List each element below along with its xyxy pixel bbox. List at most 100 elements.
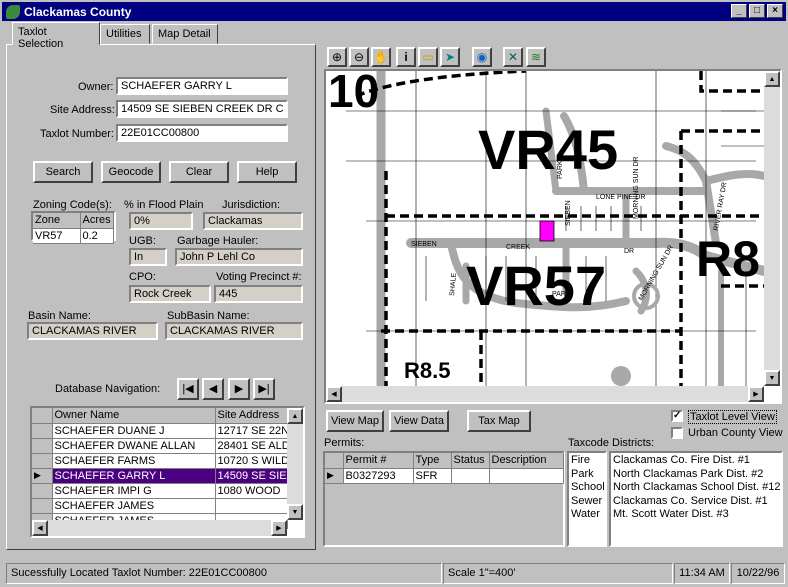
list-item: School — [571, 481, 605, 493]
garbage-hauler-field: John P Lehl Co — [175, 248, 303, 266]
next-icon: ▶ — [234, 383, 244, 395]
list-item: Mt. Scott Water Dist. #3 — [613, 508, 729, 520]
map-view[interactable]: 10 VR45 VR57 R8 R8.5 SIEBEN CREEK DR LON… — [324, 69, 782, 404]
minimize-button[interactable]: _ — [731, 4, 747, 18]
scroll-down-icon[interactable]: ▼ — [287, 504, 303, 520]
table-row[interactable]: SCHAEFER IMPI G 1080 WOOD — [32, 483, 288, 499]
zoom-out-icon[interactable]: ⊖ — [349, 47, 369, 67]
permit-desc-cell — [489, 468, 564, 484]
urban-view-checkbox[interactable] — [671, 427, 683, 439]
next-record-button[interactable]: ▶ — [228, 378, 250, 400]
jurisdiction-field: Clackamas — [203, 212, 303, 230]
subbasin-label: SubBasin Name: — [167, 310, 250, 322]
cpo-field: Rock Creek — [129, 285, 211, 303]
site-address-cell: 14509 SE SIEB — [215, 468, 288, 484]
list-item: Park — [571, 467, 594, 480]
flood-plain-label: % in Flood Plain — [124, 199, 204, 211]
map-scroll-up-icon[interactable]: ▲ — [764, 71, 780, 87]
map-scroll-right-icon[interactable]: ▶ — [748, 386, 764, 402]
list-item: Clackamas Co. Service Dist. #1 — [613, 494, 768, 507]
site-address-cell: 1080 WOOD — [215, 483, 288, 499]
last-record-button[interactable]: ▶| — [253, 378, 275, 400]
zone-header: Zone — [33, 213, 81, 229]
last-icon: ▶| — [258, 383, 270, 395]
site-address-cell: 10720 S WILD — [215, 453, 288, 469]
permit-type-header[interactable]: Type — [413, 453, 452, 469]
taxlot-number-field[interactable]: 22E01CC00800 — [116, 124, 288, 142]
tab-utilities[interactable]: Utilities — [100, 24, 150, 44]
permit-type-cell: SFR — [413, 468, 452, 484]
app-icon — [6, 4, 20, 19]
tax-map-button[interactable]: Tax Map — [467, 410, 531, 432]
search-button[interactable]: Search — [33, 161, 93, 183]
site-address-field[interactable]: 14509 SE SIEBEN CREEK DR C — [116, 100, 288, 118]
street-label: PARK — [552, 291, 571, 298]
table-row-selected[interactable]: ▶ SCHAEFER GARRY L 14509 SE SIEB — [32, 468, 288, 484]
row-indicator-icon: ▶ — [325, 468, 344, 484]
owner-name-header[interactable]: Owner Name — [52, 408, 216, 424]
pan-hand-icon[interactable]: ✋ — [371, 47, 391, 67]
maximize-button[interactable]: □ — [749, 4, 765, 18]
globe-icon[interactable]: ◉ — [472, 47, 492, 67]
list-item: North Clackamas Park Dist. #2 — [613, 467, 764, 480]
layers-icon[interactable]: ≋ — [526, 47, 546, 67]
status-time: 11:34 AM — [674, 563, 730, 584]
scroll-up-icon[interactable]: ▲ — [287, 408, 303, 424]
previous-record-button[interactable]: ◀ — [202, 378, 224, 400]
select-arrow-icon[interactable]: ➤ — [440, 47, 460, 67]
list-item: Fire — [571, 454, 590, 466]
map-hscroll[interactable] — [326, 386, 764, 402]
basin-field: CLACKAMAS RIVER — [27, 322, 158, 340]
site-address-header[interactable]: Site Address — [215, 408, 288, 424]
owner-label: Owner: — [78, 81, 114, 93]
permit-num-header[interactable]: Permit # — [343, 453, 414, 469]
close-button[interactable]: × — [767, 4, 783, 18]
label-icon[interactable]: ▭ — [418, 47, 438, 67]
table-row[interactable]: SCHAEFER JAMES — [32, 498, 288, 514]
window-title: Clackamas County — [24, 4, 132, 19]
tab-map-detail[interactable]: Map Detail — [152, 24, 218, 44]
voting-precinct-field: 445 — [214, 285, 303, 303]
zoning-table: Zone Acres VR57 0.2 — [31, 211, 116, 244]
first-icon: |◀ — [182, 383, 194, 395]
help-button[interactable]: Help — [237, 161, 297, 183]
clear-button[interactable]: Clear — [169, 161, 229, 183]
table-row[interactable]: SCHAEFER FARMS 10720 S WILD — [32, 453, 288, 469]
acres-header: Acres — [80, 213, 114, 229]
street-label: PARK — [557, 160, 564, 179]
owner-name-cell: SCHAEFER FARMS — [52, 453, 216, 469]
list-item: Clackamas Co. Fire Dist. #1 — [613, 454, 750, 466]
status-message: Sucessfully Located Taxlot Number: 22E01… — [6, 563, 442, 584]
info-icon[interactable]: i — [396, 47, 416, 67]
clear-selection-icon[interactable]: ✕ — [503, 47, 523, 67]
permit-status-header[interactable]: Status — [451, 453, 490, 469]
zone-label-r8: R8 — [696, 231, 760, 287]
map-vscroll[interactable] — [764, 71, 780, 386]
taxlot-view-checkbox[interactable]: ✓ — [671, 410, 683, 422]
geocode-button[interactable]: Geocode — [101, 161, 161, 183]
street-label: SIEBEN — [411, 241, 437, 248]
view-data-button[interactable]: View Data — [389, 410, 449, 432]
map-scroll-left-icon[interactable]: ◀ — [326, 386, 342, 402]
table-row[interactable]: SCHAEFER DUANE J 12717 SE 22N — [32, 423, 288, 439]
taxcode-districts-list[interactable]: Clackamas Co. Fire Dist. #1 North Clacka… — [609, 451, 783, 547]
owner-name-cell: SCHAEFER IMPI G — [52, 483, 216, 499]
map-scroll-down-icon[interactable]: ▼ — [764, 370, 780, 386]
scroll-left-icon[interactable]: ◀ — [32, 520, 48, 536]
database-navigation-label: Database Navigation: — [55, 383, 161, 395]
table-row[interactable]: ▶ B0327293 SFR — [325, 468, 564, 484]
zoning-label: Zoning Code(s): — [33, 199, 112, 211]
scroll-right-icon[interactable]: ▶ — [271, 520, 287, 536]
zoom-in-icon[interactable]: ⊕ — [327, 47, 347, 67]
tab-taxlot-selection[interactable]: Taxlot Selection — [12, 22, 100, 50]
taxcode-types-list[interactable]: Fire Park School Sewer Water — [567, 451, 607, 547]
view-map-button[interactable]: View Map — [326, 410, 384, 432]
table-row[interactable]: SCHAEFER DWANE ALLAN 28401 SE ALD — [32, 438, 288, 454]
permit-desc-header[interactable]: Description — [489, 453, 564, 469]
owner-grid-hscroll[interactable] — [32, 520, 287, 536]
owner-name-cell: SCHAEFER GARRY L — [52, 468, 216, 484]
owner-name-cell: SCHAEFER JAMES — [52, 498, 216, 514]
list-item: Water — [571, 508, 600, 520]
owner-field[interactable]: SCHAEFER GARRY L — [116, 77, 288, 95]
first-record-button[interactable]: |◀ — [177, 378, 199, 400]
